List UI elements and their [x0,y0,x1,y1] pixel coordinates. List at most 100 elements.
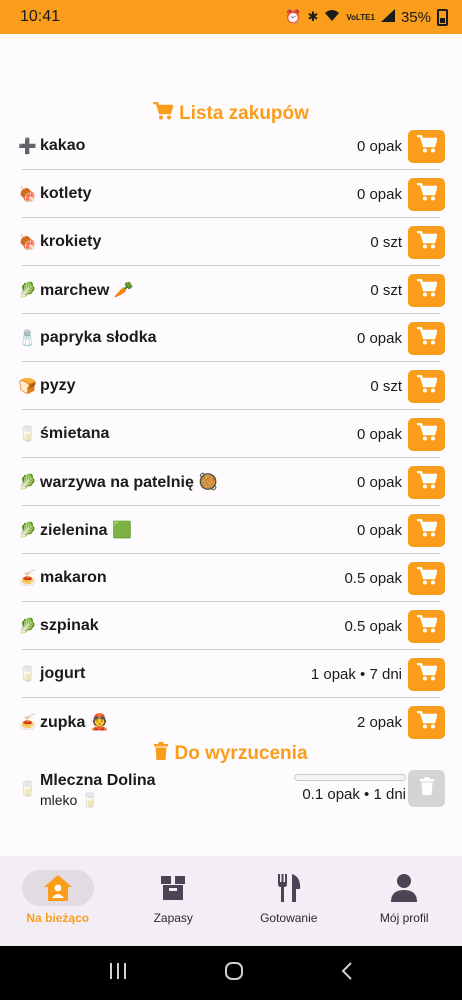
list-item[interactable]: 🍞 pyzy 0 szt [0,362,462,410]
item-name: kakao [40,137,86,154]
list-item[interactable]: 🥛 śmietana 0 opak [0,410,462,458]
signal-label: VoLTE1 [346,12,375,22]
category-icon: 🥛 [18,426,37,443]
add-to-cart-button[interactable] [408,129,445,163]
recent-apps-icon[interactable] [109,962,127,984]
trash-icon [419,777,434,800]
main-content: Lista zakupów ➕ kakao 0 opak 🍖 kotlety 0 opak… [0,34,462,856]
status-icons: ⏰ ✱ VoLTE1 35% [285,8,448,26]
bottom-navigation: Na bieżąco Zapasy Gotowanie Mój profil [0,856,462,946]
cart-icon [416,614,438,638]
item-name: szpinak [40,617,99,634]
cart-icon [416,662,438,686]
add-to-cart-button[interactable] [408,321,445,355]
list-item[interactable]: 🥬 zielenina 🟩 0 opak [0,506,462,554]
add-to-cart-button[interactable] [408,177,445,211]
cart-icon [416,182,438,206]
item-quantity: 1 opak • 7 dni [310,665,402,683]
add-to-cart-button[interactable] [408,561,445,595]
nav-label-cooking: Gotowanie [260,911,318,925]
cart-icon [416,566,438,590]
item-name: kotlety [40,185,92,202]
item-quantity: 0 opak [356,521,402,539]
freshness-bar [294,774,406,781]
add-to-cart-button[interactable] [408,273,445,307]
trash-item-quantity: 0.1 opak • 1 dni [302,786,406,803]
add-to-cart-button[interactable] [408,417,445,451]
category-icon: 🍝 [18,714,37,731]
item-quantity: 0 szt [370,281,402,299]
add-to-cart-button[interactable] [408,369,445,403]
item-quantity: 2 opak [356,713,402,731]
status-bar: 10:41 ⏰ ✱ VoLTE1 35% [0,0,462,34]
item-name: marchew 🥕 [40,282,134,299]
list-item[interactable]: 🥬 warzywa na patelnię 🥘 0 opak [0,458,462,506]
category-icon: 🧂 [18,330,37,347]
add-to-cart-button[interactable] [408,513,445,547]
cart-icon [416,518,438,542]
box-icon [137,870,209,906]
category-icon: ➕ [18,138,37,155]
alarm-icon: ⏰ [285,9,302,24]
item-quantity: 0.5 opak [344,569,402,587]
item-quantity: 0 opak [356,329,402,347]
trash-list-title: Do wyrzucenia [0,742,462,766]
item-quantity: 0 szt [370,377,402,395]
category-icon: 🥬 [18,282,37,299]
add-to-cart-button[interactable] [408,465,445,499]
nav-item-profile[interactable]: Mój profil [347,856,462,946]
signal-icon [380,9,395,25]
nav-item-stock[interactable]: Zapasy [116,856,232,946]
list-item[interactable]: 🍝 makaron 0.5 opak [0,554,462,602]
list-item[interactable]: 🥛 jogurt 1 opak • 7 dni [0,650,462,698]
battery-percent: 35% [400,8,431,26]
milk-icon: 🥛 [18,781,37,798]
item-name: makaron [40,569,107,586]
item-name: krokiety [40,233,102,250]
list-item[interactable]: 🍖 kotlety 0 opak [0,170,462,218]
cart-icon [416,374,438,398]
shopping-list: ➕ kakao 0 opak 🍖 kotlety 0 opak 🍖 krokiety 0 szt… [0,122,462,746]
nav-item-cooking[interactable]: Gotowanie [231,856,347,946]
list-item[interactable]: 🥬 marchew 🥕 0 szt [0,266,462,314]
back-icon[interactable] [341,961,353,985]
item-name: śmietana [40,425,110,442]
category-icon: 🍝 [18,570,37,587]
discard-button[interactable] [408,770,445,807]
cart-icon [416,278,438,302]
item-quantity: 0 szt [370,233,402,251]
category-icon: 🍖 [18,186,37,203]
nav-item-current[interactable]: Na bieżąco [0,856,116,946]
cart-icon [416,422,438,446]
item-quantity: 0.5 opak [344,617,402,635]
cart-icon [416,326,438,350]
trash-list-title-text: Do wyrzucenia [174,743,308,764]
item-quantity: 0 opak [356,425,402,443]
item-name: zielenina 🟩 [40,522,132,539]
cart-icon [416,134,438,158]
add-to-cart-button[interactable] [408,657,445,691]
nav-label-stock: Zapasy [153,911,193,925]
add-to-cart-button[interactable] [408,225,445,259]
bluetooth-icon: ✱ [307,9,319,24]
item-quantity: 0 opak [356,473,402,491]
battery-icon [437,8,448,26]
trash-item[interactable]: 🥛 Mleczna Dolina mleko 🥛 0.1 opak • 1 dn… [0,768,462,810]
list-item[interactable]: 🍝 zupka 👲 2 opak [0,698,462,746]
add-to-cart-button[interactable] [408,609,445,643]
list-item[interactable]: ➕ kakao 0 opak [0,122,462,170]
cart-icon [416,710,438,734]
list-item[interactable]: 🥬 szpinak 0.5 opak [0,602,462,650]
home-icon [21,870,94,906]
list-item[interactable]: 🍖 krokiety 0 szt [0,218,462,266]
category-icon: 🍖 [18,234,37,251]
nav-label-profile: Mój profil [379,911,429,925]
list-item[interactable]: 🧂 papryka słodka 0 opak [0,314,462,362]
add-to-cart-button[interactable] [408,705,445,739]
cart-icon [416,470,438,494]
home-button-icon[interactable] [224,961,244,986]
item-quantity: 0 opak [356,137,402,155]
item-name: warzywa na patelnię 🥘 [40,474,219,491]
category-icon: 🍞 [18,378,37,395]
cart-icon [416,230,438,254]
